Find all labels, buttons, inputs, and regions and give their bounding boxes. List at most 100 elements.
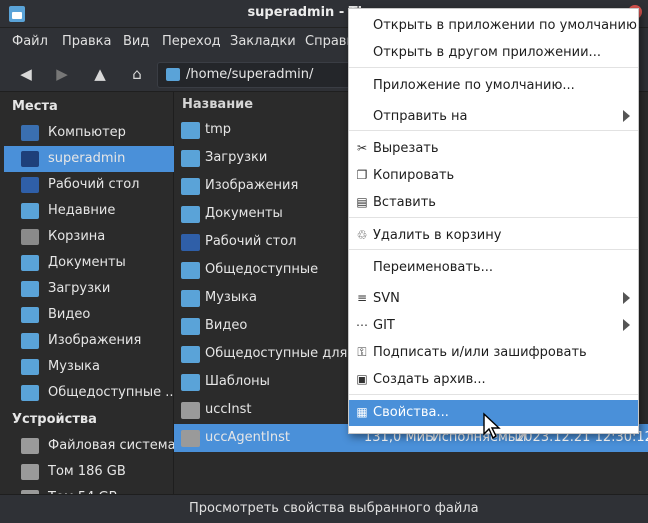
context-menu: Открыть в приложении по умолчанию Открыть… — [348, 8, 639, 434]
location-path: /home/superadmin/ — [186, 67, 314, 82]
file-name: Документы — [205, 206, 283, 221]
context-menu-item[interactable]: ⚿ Подписать и/или зашифровать — [349, 340, 638, 366]
sidebar-device-item[interactable]: Том 186 GB — [4, 459, 174, 485]
folder-videos-icon — [181, 318, 200, 335]
context-menu-label: Копировать — [373, 168, 455, 183]
sidebar-item-label: superadmin — [48, 151, 126, 166]
file-name: Видео — [205, 318, 248, 333]
sidebar-item[interactable]: Рабочий стол — [4, 172, 174, 198]
sidebar-item-label: Том 186 GB — [48, 464, 126, 479]
sidebar-item[interactable]: Загрузки — [4, 276, 174, 302]
sign-icon: ⚿ — [357, 345, 367, 359]
context-menu-label: Приложение по умолчанию... — [373, 78, 575, 93]
folder-link-icon — [181, 346, 200, 363]
cut-icon: ✂ — [356, 141, 368, 155]
context-menu-item[interactable]: Отправить на — [349, 104, 638, 130]
file-name: uccAgentInst — [205, 430, 290, 445]
sidebar-item-label: Музыка — [48, 359, 100, 374]
file-name: Загрузки — [205, 150, 268, 165]
pictures-icon — [21, 333, 39, 349]
location-bar[interactable]: /home/superadmin/ — [157, 62, 357, 88]
context-menu-label: Вырезать — [373, 141, 439, 156]
file-name: Изображения — [205, 178, 299, 193]
sidebar: Места Компьютер superadmin Рабочий стол Нед… — [0, 92, 178, 506]
context-menu-item[interactable]: ▤ Вставить — [349, 190, 638, 216]
places-heading: Места — [12, 99, 58, 114]
executable-icon — [181, 402, 200, 419]
menu-go[interactable]: Переход — [162, 34, 221, 49]
sidebar-item[interactable]: Компьютер — [4, 120, 174, 146]
sidebar-item[interactable]: Корзина — [4, 224, 174, 250]
sidebar-item[interactable]: Недавние — [4, 198, 174, 224]
context-menu-label: Подписать и/или зашифровать — [373, 345, 587, 360]
file-name: Общедоступные — [205, 262, 319, 277]
sidebar-item-label: Рабочий стол — [48, 177, 140, 192]
menu-bookmarks[interactable]: Закладки — [230, 34, 296, 49]
forward-arrow-icon[interactable]: ▶ — [51, 64, 73, 84]
sidebar-item[interactable]: Изображения — [4, 328, 174, 354]
context-menu-item[interactable]: ✂ Вырезать — [349, 136, 638, 162]
devices-heading: Устройства — [12, 412, 97, 427]
context-menu-label: Открыть в приложении по умолчанию — [373, 18, 637, 33]
git-icon: ⋯ — [356, 318, 368, 332]
menu-edit[interactable]: Правка — [62, 34, 111, 49]
context-menu-item[interactable]: Переименовать... — [349, 255, 638, 281]
sidebar-item[interactable]: Видео — [4, 302, 174, 328]
folder-link-icon — [181, 122, 200, 139]
context-menu-label: SVN — [373, 291, 400, 306]
up-arrow-icon[interactable]: ▲ — [89, 64, 111, 84]
public-icon — [21, 385, 39, 401]
context-menu-item[interactable]: ▣ Создать архив... — [349, 367, 638, 393]
drive-icon — [21, 438, 39, 454]
sidebar-item-label: Корзина — [48, 229, 106, 244]
recent-icon — [21, 203, 39, 219]
back-arrow-icon[interactable]: ◀ — [15, 64, 37, 84]
sidebar-item-label: Видео — [48, 307, 91, 322]
context-menu-item[interactable]: ≡ SVN — [349, 286, 638, 312]
desktop-icon — [21, 177, 39, 193]
sidebar-device-item[interactable]: Файловая система — [4, 433, 176, 459]
folder-icon — [166, 68, 180, 81]
context-menu-item[interactable]: Открыть в другом приложении... — [349, 40, 638, 66]
submenu-arrow-icon — [623, 292, 630, 304]
file-name: Общедоступные для ... — [205, 346, 364, 361]
sidebar-item-label: Изображения — [48, 333, 142, 348]
sidebar-item-label: Недавние — [48, 203, 116, 218]
menu-view[interactable]: Вид — [123, 34, 149, 49]
trash-icon: ♲ — [356, 228, 368, 242]
trash-icon — [21, 229, 39, 245]
context-menu-label: Переименовать... — [373, 260, 493, 275]
file-name: Рабочий стол — [205, 234, 297, 249]
home-icon — [21, 151, 39, 167]
documents-icon — [21, 255, 39, 271]
sidebar-item[interactable]: Музыка — [4, 354, 174, 380]
properties-icon: ▦ — [356, 405, 368, 419]
file-name: Музыка — [205, 290, 257, 305]
menu-separator — [349, 67, 638, 68]
context-menu-item[interactable]: ❐ Копировать — [349, 163, 638, 189]
context-menu-label: Открыть в другом приложении... — [373, 45, 601, 60]
context-menu-item[interactable]: Приложение по умолчанию... — [349, 73, 638, 99]
computer-icon — [21, 125, 39, 141]
status-text: Просмотреть свойства выбранного файла — [189, 501, 479, 516]
context-menu-item[interactable]: Открыть в приложении по умолчанию — [349, 13, 638, 39]
sidebar-item-label: Документы — [48, 255, 126, 270]
sidebar-item[interactable]: Общедоступные ... — [4, 380, 178, 406]
context-menu-item[interactable]: ♲ Удалить в корзину — [349, 223, 638, 249]
menu-separator — [349, 249, 638, 250]
status-bar: Просмотреть свойства выбранного файла — [0, 494, 648, 523]
submenu-arrow-icon — [623, 319, 630, 331]
sidebar-item[interactable]: Документы — [4, 250, 174, 276]
menu-file[interactable]: Файл — [12, 34, 48, 49]
sidebar-item[interactable]: superadmin — [4, 146, 174, 172]
context-menu-item[interactable]: ⋯ GIT — [349, 313, 638, 339]
file-name: tmp — [205, 122, 232, 137]
context-menu-label: Вставить — [373, 195, 436, 210]
home-icon[interactable]: ⌂ — [126, 64, 148, 84]
sidebar-item-label: Загрузки — [48, 281, 111, 296]
column-name-header[interactable]: Название — [182, 97, 253, 112]
folder-music-icon — [181, 290, 200, 307]
mouse-cursor-icon — [483, 412, 501, 440]
file-name: Шаблоны — [205, 374, 270, 389]
folder-pictures-icon — [181, 178, 200, 195]
